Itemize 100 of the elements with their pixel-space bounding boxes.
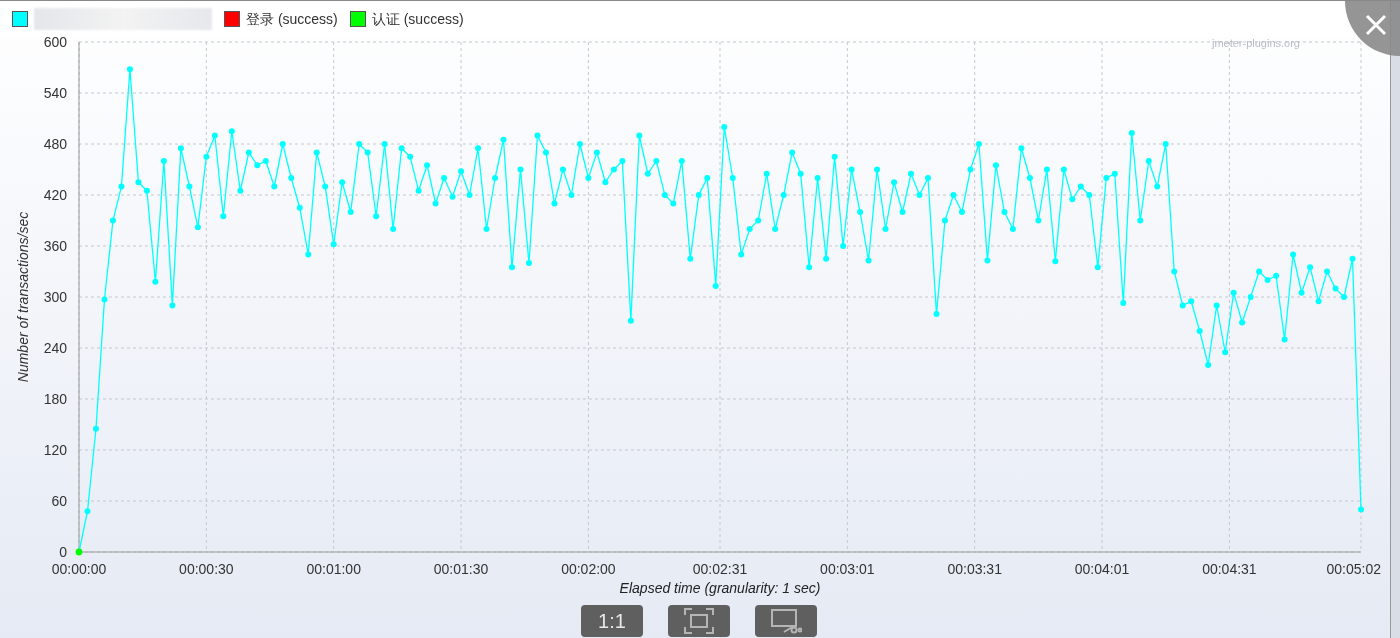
data-point xyxy=(1213,302,1220,309)
y-tick-label: 600 xyxy=(43,37,67,50)
data-point xyxy=(551,200,558,207)
data-point xyxy=(356,141,363,147)
data-point xyxy=(882,226,889,232)
data-point xyxy=(542,149,549,156)
data-point xyxy=(925,175,931,181)
data-point xyxy=(407,153,414,160)
x-tick-label: 00:04:31 xyxy=(1202,561,1257,577)
data-point xyxy=(636,132,643,139)
fit-screen-icon xyxy=(684,608,714,634)
data-point xyxy=(1052,258,1059,265)
data-point xyxy=(203,153,210,160)
data-point xyxy=(840,243,847,249)
viewer-control-button[interactable]: 1:1 xyxy=(581,605,643,637)
data-point xyxy=(1077,183,1084,190)
data-point xyxy=(942,217,948,224)
data-point xyxy=(1332,285,1339,292)
y-tick-label: 300 xyxy=(43,289,67,305)
data-point xyxy=(458,168,465,175)
x-tick-label: 00:02:00 xyxy=(561,561,616,577)
data-point xyxy=(823,255,830,262)
x-tick-label: 00:00:30 xyxy=(179,561,234,577)
data-point xyxy=(1145,158,1152,164)
viewer-control-button[interactable] xyxy=(668,605,730,637)
data-point xyxy=(746,226,753,232)
data-point xyxy=(831,153,838,160)
y-tick-label: 240 xyxy=(43,340,67,356)
data-point xyxy=(1239,319,1246,326)
data-point xyxy=(101,296,108,303)
data-point xyxy=(1086,192,1093,198)
data-point xyxy=(1196,328,1203,334)
data-point xyxy=(721,124,728,130)
data-point xyxy=(1018,145,1025,152)
data-point xyxy=(1026,175,1033,181)
data-point xyxy=(330,241,337,248)
viewer-control-button[interactable] xyxy=(755,605,817,637)
data-point xyxy=(509,264,515,271)
data-point xyxy=(492,175,498,181)
data-point xyxy=(1349,255,1356,262)
data-point xyxy=(780,192,787,198)
data-point xyxy=(687,255,694,262)
data-point xyxy=(160,158,167,164)
data-point xyxy=(483,226,490,232)
data-point xyxy=(364,149,371,156)
data-point xyxy=(729,175,736,181)
data-point xyxy=(228,128,235,135)
data-point xyxy=(449,193,456,200)
data-point xyxy=(857,209,864,215)
data-point xyxy=(789,149,796,156)
x-tick-label: 00:01:30 xyxy=(433,561,489,577)
data-point xyxy=(1154,183,1161,190)
data-point xyxy=(390,226,397,232)
close-icon xyxy=(1365,14,1387,36)
y-tick-label: 60 xyxy=(51,493,67,509)
data-point xyxy=(814,175,821,181)
data-point xyxy=(585,175,592,181)
y-tick-label: 0 xyxy=(59,544,67,560)
data-point xyxy=(305,251,312,258)
data-point xyxy=(695,192,702,198)
data-point xyxy=(1001,209,1008,215)
data-point xyxy=(118,183,125,190)
data-point xyxy=(576,141,583,147)
data-point xyxy=(424,162,431,169)
data-point xyxy=(738,251,745,258)
x-tick-label: 00:00:00 xyxy=(51,561,107,577)
data-point xyxy=(1035,217,1042,224)
data-point xyxy=(1307,264,1314,271)
data-point xyxy=(339,179,346,186)
data-point xyxy=(1341,294,1347,300)
data-point xyxy=(1230,289,1237,296)
data-point xyxy=(908,170,915,177)
data-point xyxy=(534,132,541,139)
data-point xyxy=(279,141,286,147)
data-point xyxy=(712,282,719,289)
y-tick-label: 120 xyxy=(43,442,67,458)
watermark: jmeter-plugins.org xyxy=(1211,37,1300,49)
data-point xyxy=(975,141,982,147)
data-point xyxy=(1162,141,1169,147)
y-tick-label: 420 xyxy=(43,187,67,203)
data-point xyxy=(525,260,532,266)
data-point xyxy=(432,200,439,207)
data-point xyxy=(806,264,813,271)
y-tick-label: 360 xyxy=(43,238,67,254)
data-point xyxy=(373,213,380,220)
x-tick-label: 00:03:31 xyxy=(947,561,1002,577)
data-point xyxy=(186,183,193,190)
crop-screen-icon xyxy=(770,608,802,634)
data-point xyxy=(237,187,244,194)
data-point xyxy=(194,224,201,231)
data-point xyxy=(288,175,295,181)
data-point xyxy=(568,192,575,198)
data-point xyxy=(1188,298,1195,305)
y-tick-label: 540 xyxy=(43,85,67,101)
data-point xyxy=(296,204,303,211)
x-tick-label: 00:04:01 xyxy=(1074,561,1130,577)
data-point xyxy=(93,425,99,432)
data-point xyxy=(933,311,940,317)
data-point xyxy=(1290,251,1297,258)
data-point xyxy=(644,170,651,177)
